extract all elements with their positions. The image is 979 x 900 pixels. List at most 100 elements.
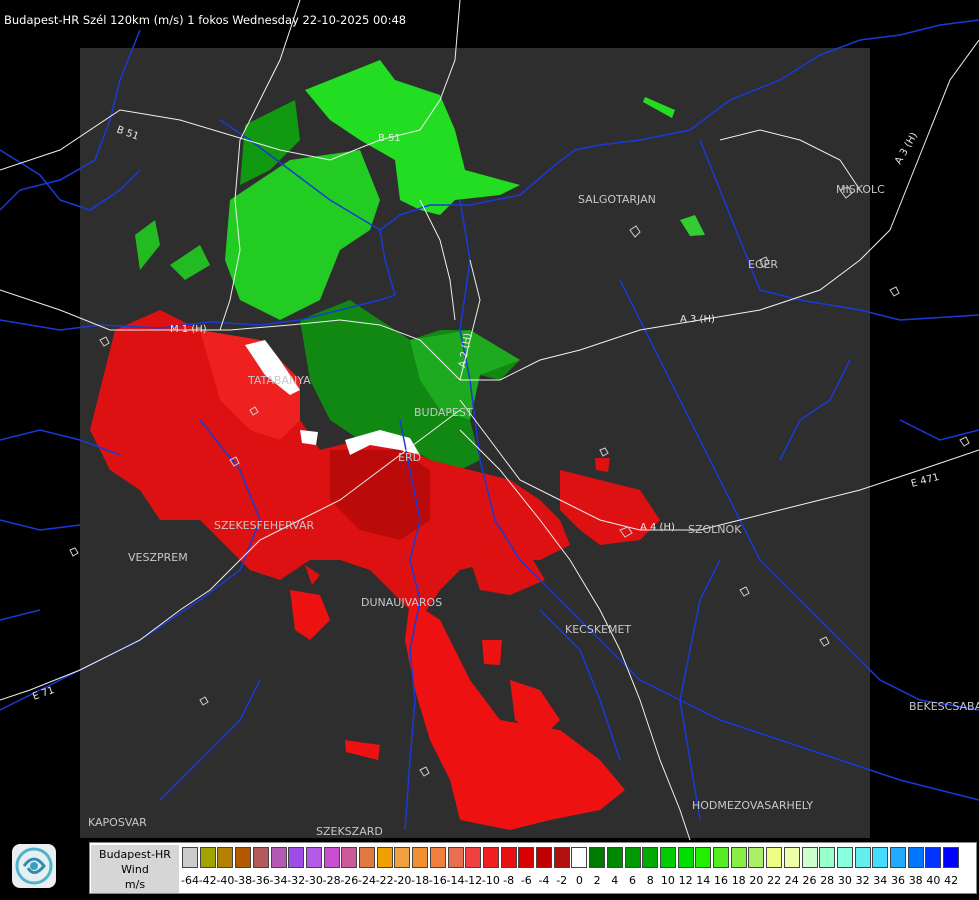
legend-tick-label: 14 [696, 874, 711, 887]
legend-tick-label: 30 [837, 874, 852, 887]
legend-swatch [217, 847, 234, 868]
legend-swatch [199, 847, 216, 868]
legend-swatch [624, 847, 641, 868]
legend-swatch [589, 847, 606, 868]
legend-swatch [659, 847, 676, 868]
legend-swatch [730, 847, 747, 868]
legend-tick-label: -20 [393, 874, 412, 887]
legend-swatch [341, 847, 358, 868]
city-label: SZEKESFEHERVAR [214, 519, 315, 532]
legend-tick-label: -4 [538, 874, 550, 887]
city-label: HODMEZOVASARHELY [692, 799, 813, 812]
legend-swatch [943, 847, 960, 868]
legend-swatch [518, 847, 535, 868]
legend-tick-label: -30 [304, 874, 323, 887]
road-label: M 1 (H) [170, 324, 207, 335]
legend-swatch [925, 847, 942, 868]
legend-swatch [642, 847, 659, 868]
legend-tick-label: -24 [358, 874, 376, 887]
radar-map[interactable]: SALGOTARJAN MISKOLC EGER TATABANYA BUDAP… [0, 0, 979, 900]
legend-tick-label: 20 [749, 874, 764, 887]
legend-tick-label: 36 [891, 874, 905, 887]
legend-tick-label: 8 [646, 874, 654, 887]
road-label: A 4 (H) [640, 522, 675, 533]
service-logo-icon [12, 844, 56, 888]
legend-swatch [376, 847, 393, 868]
legend-tick-label: 0 [575, 874, 583, 887]
legend-tick-label: 28 [820, 874, 835, 887]
legend-station-label: Budapest-HR Wind m/s [91, 845, 179, 893]
legend-swatch [359, 847, 375, 868]
legend-tick-label: -64 [181, 874, 199, 887]
city-label: DUNAUJVAROS [361, 596, 442, 609]
velocity-legend: Budapest-HR Wind m/s -64 -42 -40 -38 -36 -34-… [89, 842, 977, 894]
legend-swatch [748, 847, 765, 868]
legend-swatch [872, 847, 889, 868]
legend-unit: m/s [124, 878, 146, 891]
city-label: MISKOLC [836, 183, 885, 196]
legend-swatch [536, 847, 552, 868]
legend-swatch [571, 847, 588, 868]
legend-swatch [695, 847, 712, 868]
legend-tick-label: 18 [731, 874, 746, 887]
legend-tick-label: -6 [520, 874, 532, 887]
legend-tick-label: -14 [446, 874, 465, 887]
city-label: SZEKSZARD [316, 825, 383, 838]
legend-tick-label: 42 [944, 874, 959, 887]
legend-tick-label: -36 [251, 874, 270, 887]
legend-tick-label: 24 [784, 874, 799, 887]
legend-swatch [606, 847, 623, 868]
legend-tick-label: 34 [873, 874, 888, 887]
legend-tick-label: 12 [678, 874, 693, 887]
legend-tick-label: -26 [340, 874, 359, 887]
legend-tick-label: 6 [629, 874, 636, 887]
legend-swatch [235, 847, 252, 868]
legend-swatch [252, 847, 269, 868]
legend-tick-label: -42 [198, 874, 217, 887]
city-label: EGER [748, 258, 778, 271]
legend-tick-label: -28 [322, 874, 341, 887]
road-label: E 471 [910, 472, 940, 490]
legend-tick-label: -2 [556, 874, 568, 887]
legend-swatch [270, 847, 287, 868]
legend-swatch [713, 847, 729, 868]
legend-tick-label: -16 [428, 874, 447, 887]
city-label: BUDAPEST [414, 406, 473, 419]
legend-tick-label: 38 [908, 874, 923, 887]
legend-swatch [305, 847, 322, 868]
city-label: TATABANYA [247, 374, 311, 387]
legend-tick-label: -22 [375, 874, 394, 887]
legend-tick-label: -34 [269, 874, 288, 887]
city-label: KAPOSVAR [88, 816, 147, 829]
legend-tick-label: -32 [287, 874, 306, 887]
legend-tick-label: 4 [611, 874, 619, 887]
legend-tick-label: 16 [714, 874, 728, 887]
legend-tick-label: 10 [660, 874, 675, 887]
legend-swatch [890, 847, 906, 868]
legend-swatch [412, 847, 429, 868]
legend-swatch [394, 847, 411, 868]
city-label: BEKESCSABA [909, 700, 979, 713]
city-label: KECSKEMET [565, 623, 631, 636]
legend-tick-label: -12 [464, 874, 483, 887]
legend-swatch [677, 847, 694, 868]
legend-tick-label: -8 [503, 874, 515, 887]
legend-swatch [553, 847, 570, 868]
legend-swatch [429, 847, 446, 868]
legend-product-name: Wind [121, 863, 149, 876]
city-label: ERD [398, 451, 421, 464]
legend-swatch [766, 847, 783, 868]
road-label: A 3 (H) [893, 131, 920, 167]
legend-tick-label: 22 [767, 874, 782, 887]
legend-station-name: Budapest-HR [99, 848, 171, 861]
city-label: VESZPREM [128, 551, 188, 564]
legend-swatch [801, 847, 818, 868]
legend-swatch [783, 847, 800, 868]
legend-tick-label: -10 [481, 874, 500, 887]
legend-swatch [907, 847, 924, 868]
legend-tick-label: 26 [802, 874, 817, 887]
legend-swatch [500, 847, 517, 868]
legend-swatch [465, 847, 482, 868]
legend-swatch [323, 847, 340, 868]
road-label: A 3 (H) [680, 314, 715, 325]
